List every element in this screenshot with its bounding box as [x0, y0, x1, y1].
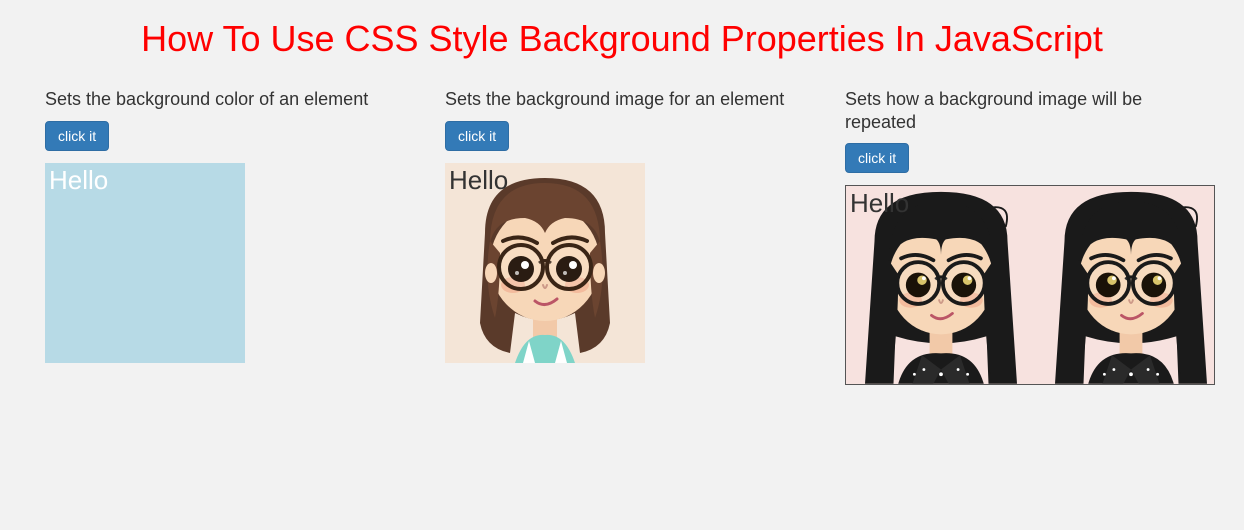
click-it-button[interactable]: click it [445, 121, 509, 151]
panel-bg-repeat: Sets how a background image will be repe… [845, 88, 1215, 385]
box-label: Hello [850, 188, 909, 219]
panel-bg-color: Sets the background color of an element … [45, 88, 415, 385]
demo-box-repeat: Hello [845, 185, 1215, 385]
panel-desc: Sets the background image for an element [445, 88, 815, 111]
panels-row: Sets the background color of an element … [0, 88, 1244, 385]
panel-desc: Sets how a background image will be repe… [845, 88, 1215, 133]
click-it-button[interactable]: click it [845, 143, 909, 173]
cartoon-girl-icon [1036, 185, 1215, 384]
demo-box-color: Hello [45, 163, 245, 363]
click-it-button[interactable]: click it [45, 121, 109, 151]
box-label: Hello [449, 165, 508, 196]
page-title: How To Use CSS Style Background Properti… [0, 0, 1244, 88]
panel-bg-image: Sets the background image for an element… [445, 88, 815, 385]
demo-box-image: Hello [445, 163, 645, 363]
panel-desc: Sets the background color of an element [45, 88, 415, 111]
box-label: Hello [49, 165, 108, 196]
